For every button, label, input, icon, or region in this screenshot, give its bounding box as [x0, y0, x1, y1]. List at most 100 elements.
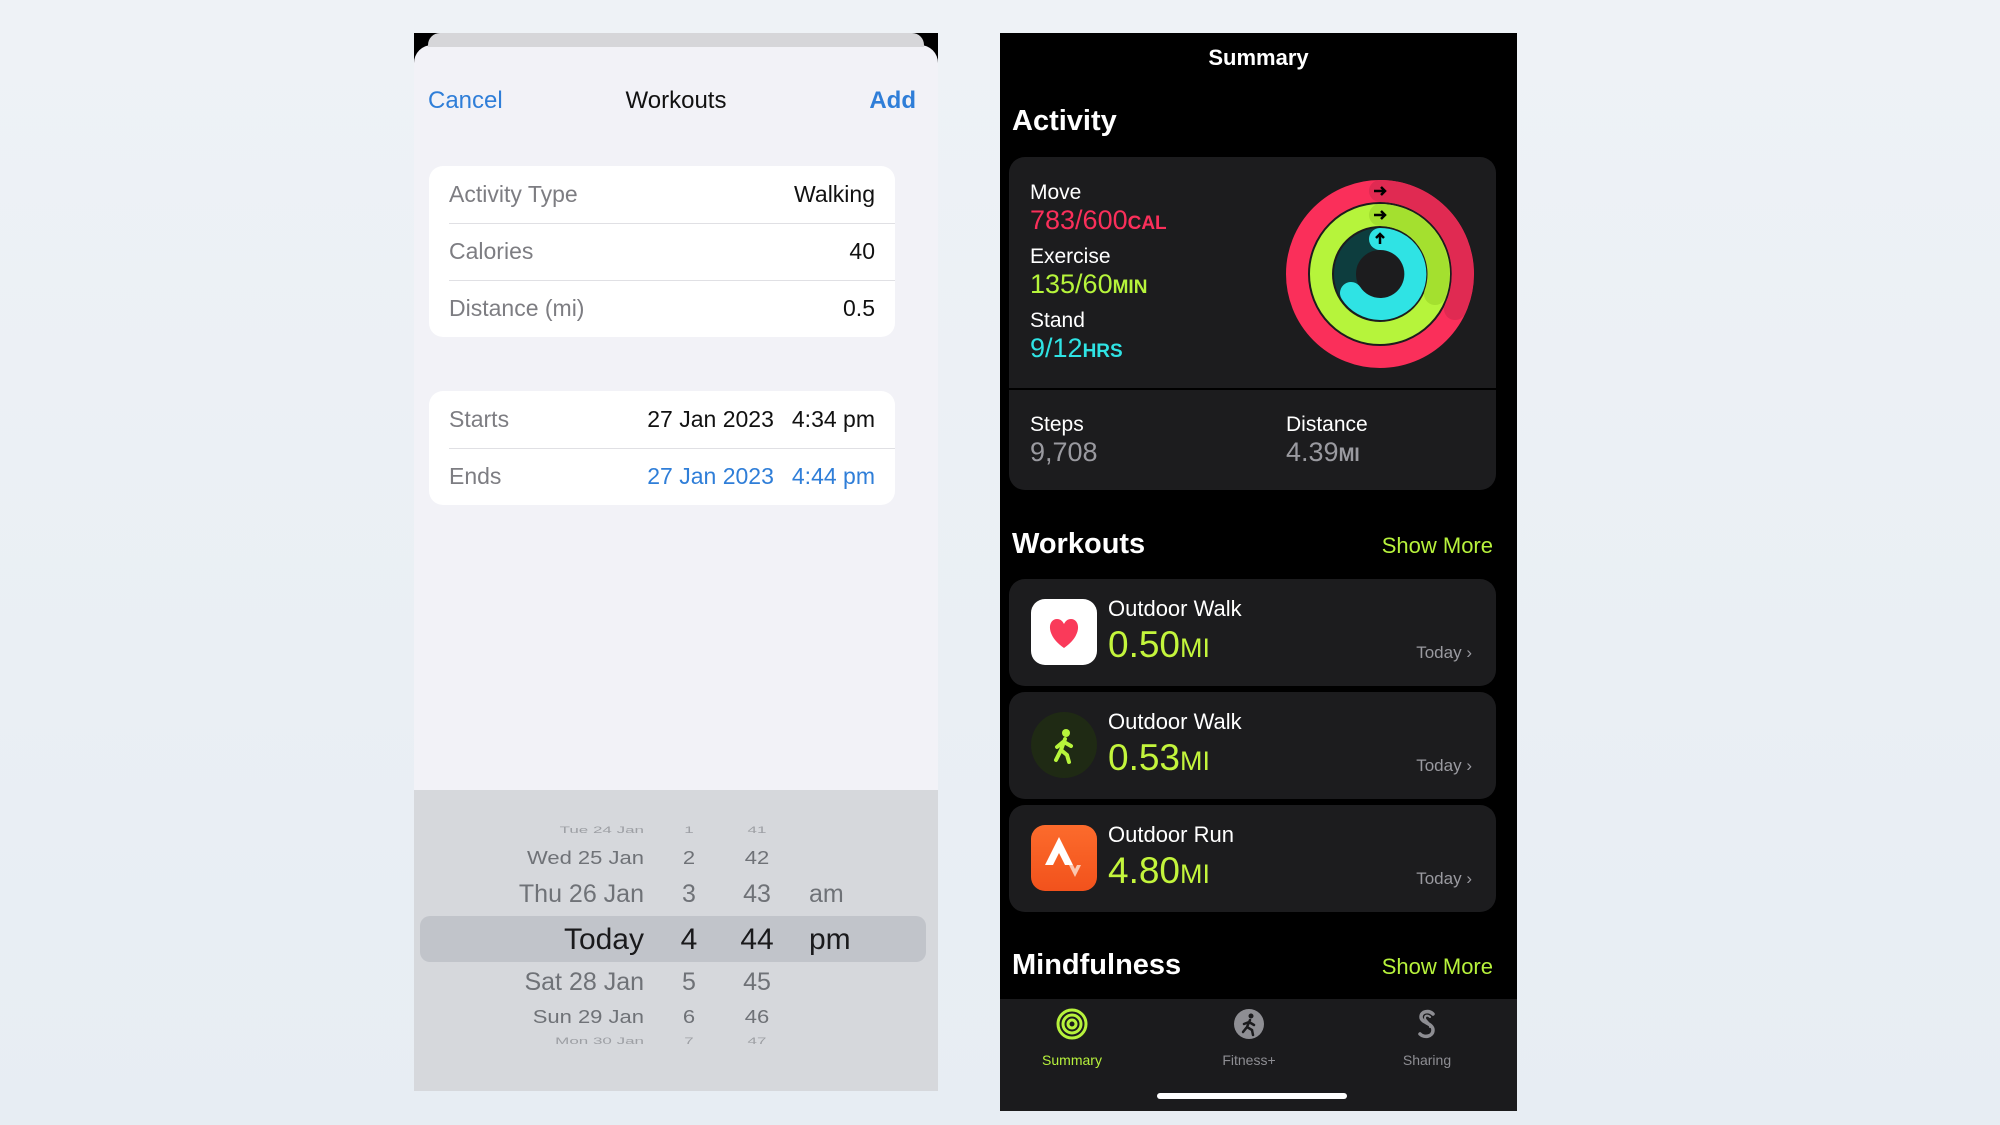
nav-bar: Cancel Workouts Add [414, 75, 938, 125]
picker-ampm-wheel[interactable]: am pm [809, 790, 869, 1091]
activity-rings-icon [1286, 180, 1474, 368]
workout-date: Today › [1416, 756, 1472, 775]
picker-minute-item-selected: 44 [740, 923, 774, 956]
workout-distance: 4.80MI [1108, 850, 1211, 891]
modal-sheet: Cancel Workouts Add Activity Type Walkin… [414, 45, 938, 1091]
sheet-grabber[interactable] [428, 33, 924, 47]
workout-details-group: Activity Type Walking Calories 40 Distan… [429, 166, 895, 337]
chevron-right-icon: › [1466, 756, 1472, 775]
walking-figure-icon [1031, 712, 1097, 778]
workout-card[interactable]: Outdoor Run 4.80MI Today › [1009, 805, 1496, 912]
starts-time[interactable]: 4:34 pm [792, 406, 875, 432]
row-label: Starts [449, 406, 510, 432]
mindfulness-heading: Mindfulness [1012, 949, 1182, 981]
workout-distance: 0.50MI [1108, 624, 1211, 665]
exercise-label: Exercise [1030, 245, 1111, 268]
picker-minute-item: 47 [747, 1035, 767, 1046]
steps-value: 9,708 [1030, 437, 1098, 467]
activity-heading: Activity [1012, 105, 1117, 137]
tab-label: Summary [1042, 1052, 1102, 1068]
ends-value: 27 Jan 2023 4:44 pm [647, 463, 875, 490]
distance-value: 4.39MI [1286, 437, 1360, 467]
picker-date-item: Sat 28 Jan [524, 968, 644, 996]
tab-label: Sharing [1402, 1052, 1452, 1068]
picker-minute-item: 43 [743, 880, 771, 908]
health-heart-icon [1031, 599, 1097, 665]
picker-date-item: Tue 24 Jan [559, 824, 644, 835]
calories-value: 40 [849, 238, 875, 264]
picker-date-item: Sun 29 Jan [532, 1005, 644, 1028]
workout-name: Outdoor Run [1108, 822, 1234, 847]
distance-label: Distance [1286, 413, 1368, 436]
screen-title: Summary [1208, 45, 1309, 70]
picker-hour-item: 3 [682, 880, 696, 908]
row-label: Activity Type [449, 181, 578, 207]
calories-row[interactable]: Calories 40 [429, 223, 895, 280]
picker-hour-item: 1 [684, 824, 694, 835]
picker-date-wheel[interactable]: Tue 24 Jan Wed 25 Jan Thu 26 Jan Today S… [414, 790, 644, 1091]
move-label: Move [1030, 181, 1082, 204]
tab-summary[interactable]: Summary [1012, 1007, 1132, 1068]
ends-row[interactable]: Ends 27 Jan 2023 4:44 pm [429, 448, 895, 505]
ends-date[interactable]: 27 Jan 2023 [647, 463, 774, 489]
picker-hour-item-selected: 4 [680, 923, 698, 956]
tab-sharing[interactable]: Sharing [1367, 1007, 1487, 1068]
distance-row[interactable]: Distance (mi) 0.5 [429, 280, 895, 337]
picker-date-item-selected: Today [563, 923, 644, 956]
picker-hour-item: 2 [682, 846, 696, 869]
ends-time[interactable]: 4:44 pm [792, 463, 875, 489]
add-workout-screen: Cancel Workouts Add Activity Type Walkin… [414, 33, 938, 1091]
picker-date-item: Wed 25 Jan [526, 846, 644, 869]
divider [1009, 388, 1496, 390]
workout-card[interactable]: Outdoor Walk 0.53MI Today › [1009, 692, 1496, 799]
picker-minute-item: 41 [747, 824, 767, 835]
chevron-right-icon: › [1466, 869, 1472, 888]
activity-card[interactable]: Move 783/600CAL Exercise 135/60MIN Stand… [1009, 157, 1496, 490]
date-time-picker[interactable]: Tue 24 Jan Wed 25 Jan Thu 26 Jan Today S… [414, 790, 938, 1091]
nav-title: Workouts [625, 87, 727, 114]
row-label: Ends [449, 463, 502, 489]
starts-row[interactable]: Starts 27 Jan 2023 4:34 pm [429, 391, 895, 448]
row-label: Distance (mi) [449, 295, 585, 321]
row-label: Calories [449, 238, 534, 264]
picker-minute-item: 45 [743, 968, 771, 996]
workout-distance: 0.53MI [1108, 737, 1211, 778]
add-button[interactable]: Add [869, 87, 916, 115]
mindfulness-show-more-link[interactable]: Show More [1382, 954, 1493, 980]
move-value: 783/600CAL [1030, 205, 1167, 235]
exercise-value: 135/60MIN [1030, 269, 1148, 299]
tab-label: Fitness+ [1222, 1052, 1276, 1068]
steps-label: Steps [1030, 413, 1084, 436]
workout-date: Today › [1416, 643, 1472, 662]
activity-type-row[interactable]: Activity Type Walking [429, 166, 895, 223]
workout-card[interactable]: Outdoor Walk 0.50MI Today › [1009, 579, 1496, 686]
stand-value: 9/12HRS [1030, 333, 1123, 363]
starts-date[interactable]: 27 Jan 2023 [647, 406, 774, 432]
picker-hour-wheel[interactable]: 1 2 3 4 5 6 7 [669, 790, 709, 1091]
picker-minute-item: 46 [744, 1005, 770, 1028]
activity-type-value: Walking [794, 181, 875, 207]
tab-fitness-plus[interactable]: Fitness+ [1189, 1007, 1309, 1068]
picker-ampm-item-selected: pm [809, 923, 851, 956]
activity-rings-icon [1056, 1008, 1088, 1040]
workout-name: Outdoor Walk [1108, 709, 1242, 734]
home-indicator[interactable] [1157, 1093, 1347, 1099]
workouts-heading: Workouts [1012, 528, 1146, 560]
time-group: Starts 27 Jan 2023 4:34 pm Ends 27 Jan 20… [429, 391, 895, 505]
stand-label: Stand [1030, 309, 1085, 332]
sharing-icon [1418, 1009, 1435, 1039]
workouts-show-more-link[interactable]: Show More [1382, 533, 1493, 559]
picker-hour-item: 7 [684, 1035, 694, 1046]
picker-hour-item: 6 [682, 1005, 696, 1028]
picker-minute-item: 42 [744, 846, 770, 869]
starts-value: 27 Jan 2023 4:34 pm [647, 406, 875, 433]
picker-minute-wheel[interactable]: 41 42 43 44 45 46 47 [732, 790, 782, 1091]
fitness-summary-screen: Summary Activity Move 783/600CAL Exercis… [1000, 33, 1517, 1111]
fitness-plus-icon [1234, 1009, 1264, 1039]
distance-value: 0.5 [843, 295, 875, 321]
picker-ampm-item: am [809, 880, 844, 908]
workout-date: Today › [1416, 869, 1472, 888]
picker-hour-item: 5 [682, 968, 696, 996]
picker-date-item: Mon 30 Jan [555, 1035, 644, 1046]
chevron-right-icon: › [1466, 643, 1472, 662]
